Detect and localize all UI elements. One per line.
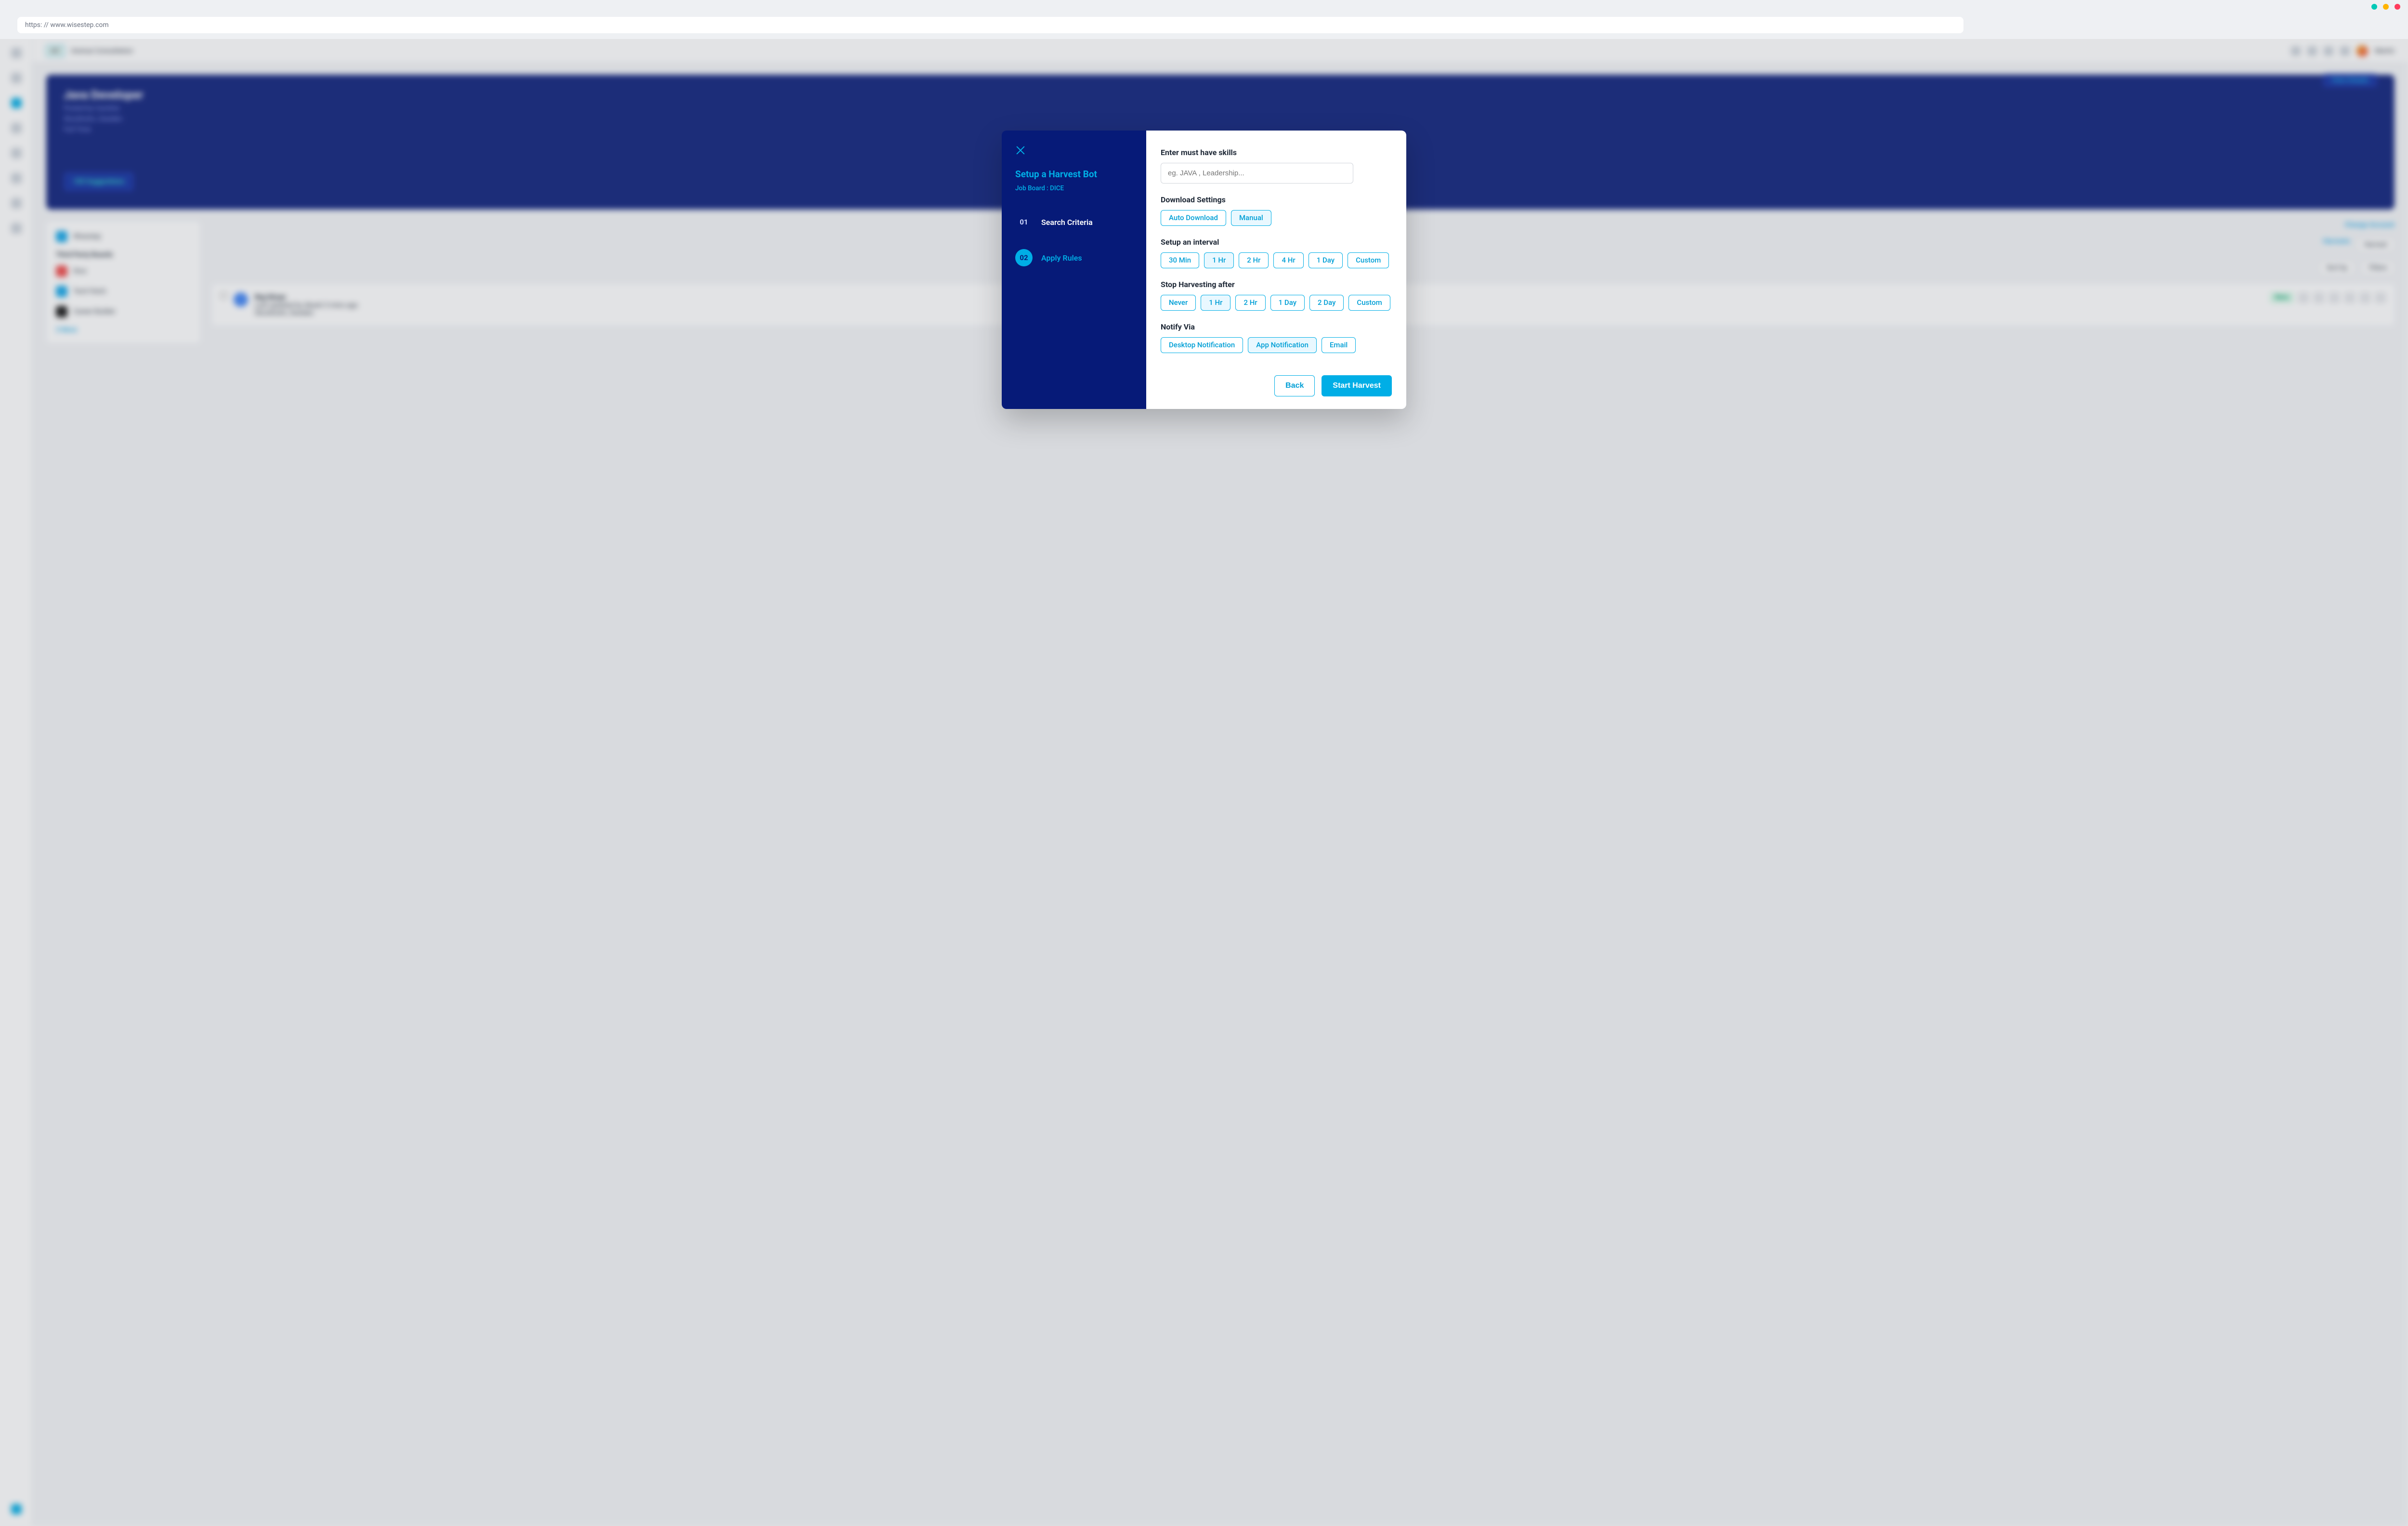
option-chip[interactable]: Never xyxy=(1161,295,1196,311)
option-chip[interactable]: Desktop Notification xyxy=(1161,337,1243,353)
window-close-icon[interactable] xyxy=(2395,4,2400,10)
modal-subtitle: Job Board : DICE xyxy=(1015,184,1133,192)
option-chip[interactable]: Custom xyxy=(1348,295,1390,311)
step-label: Search Criteria xyxy=(1041,218,1093,227)
option-chip[interactable]: 1 Day xyxy=(1309,252,1343,268)
modal-body: Enter must have skills Download Settings… xyxy=(1146,131,1406,409)
option-chip[interactable]: 1 Hr xyxy=(1204,252,1234,268)
stop-options: Never 1 Hr 2 Hr 1 Day2 DayCustom xyxy=(1161,295,1392,311)
stop-label: Stop Harvesting after xyxy=(1161,280,1392,289)
option-chip[interactable]: 1 Hr xyxy=(1201,295,1230,311)
option-chip[interactable]: 1 Day xyxy=(1270,295,1305,311)
address-url: https: // www.wisestep.com xyxy=(25,21,109,29)
option-chip[interactable]: 2 Hr xyxy=(1235,295,1265,311)
interval-label: Setup an interval xyxy=(1161,237,1392,247)
window-max-icon[interactable] xyxy=(2383,4,2389,10)
option-chip[interactable]: Custom xyxy=(1348,252,1389,268)
start-harvest-button[interactable]: Start Harvest xyxy=(1322,375,1392,396)
option-chip[interactable]: 2 Hr xyxy=(1239,252,1269,268)
step-search-criteria[interactable]: 01 Search Criteria xyxy=(1015,213,1133,231)
download-options: Auto Download Manual xyxy=(1161,210,1392,226)
option-chip[interactable]: 30 Min xyxy=(1161,252,1199,268)
window-titlebar xyxy=(0,0,2408,13)
interval-options: 30 Min 1 Hr 2 Hr4 Hr 1 Day Custom xyxy=(1161,252,1392,268)
harvest-bot-modal: Setup a Harvest Bot Job Board : DICE 01 … xyxy=(1002,131,1406,409)
skills-label: Enter must have skills xyxy=(1161,148,1392,157)
option-chip[interactable]: 4 Hr xyxy=(1273,252,1303,268)
step-label: Apply Rules xyxy=(1041,253,1082,263)
step-number: 01 xyxy=(1015,213,1033,231)
notify-label: Notify Via xyxy=(1161,322,1392,331)
modal-title: Setup a Harvest Bot xyxy=(1015,169,1133,180)
option-chip[interactable]: App Notification xyxy=(1248,337,1317,353)
notify-options: Desktop Notification App Notification Emai… xyxy=(1161,337,1392,353)
close-icon[interactable] xyxy=(1015,145,1026,158)
address-bar[interactable]: https: // www.wisestep.com xyxy=(17,17,1963,33)
option-chip[interactable]: Email xyxy=(1322,337,1356,353)
download-label: Download Settings xyxy=(1161,195,1392,204)
window-min-icon[interactable] xyxy=(2371,4,2377,10)
modal-footer: Back Start Harvest xyxy=(1161,364,1392,396)
back-button[interactable]: Back xyxy=(1274,375,1315,396)
modal-sidebar: Setup a Harvest Bot Job Board : DICE 01 … xyxy=(1002,131,1146,409)
option-chip[interactable]: 2 Day xyxy=(1309,295,1344,311)
option-chip[interactable]: Auto Download xyxy=(1161,210,1226,226)
option-chip[interactable]: Manual xyxy=(1231,210,1271,226)
step-number: 02 xyxy=(1015,249,1033,266)
step-apply-rules[interactable]: 02 Apply Rules xyxy=(1015,249,1133,266)
skills-input[interactable] xyxy=(1161,163,1353,184)
address-bar-row: https: // www.wisestep.com xyxy=(0,13,2408,39)
